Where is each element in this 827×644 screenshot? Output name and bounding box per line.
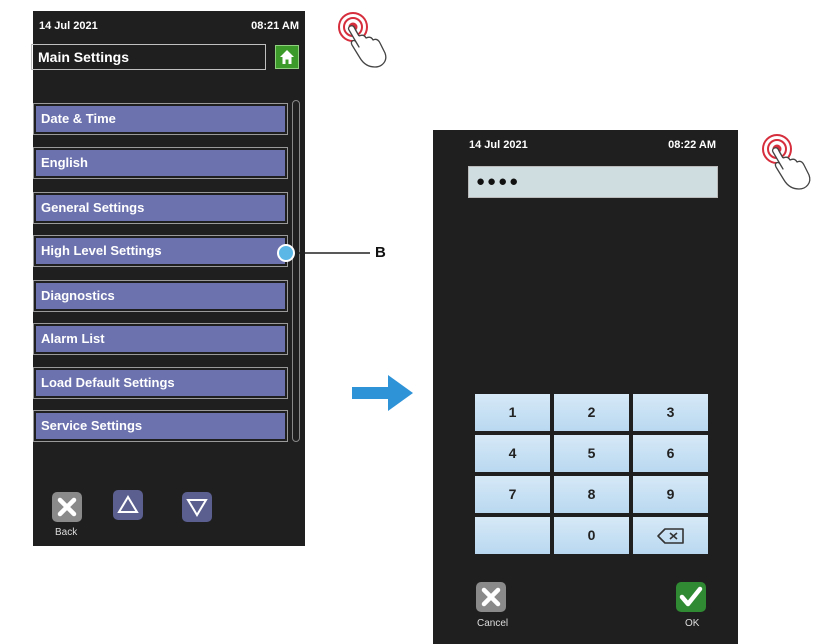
key-blank — [475, 517, 550, 554]
backspace-key[interactable] — [633, 517, 708, 554]
key-9[interactable]: 9 — [633, 476, 708, 513]
menu-item-load-default-settings[interactable]: Load Default Settings — [33, 367, 288, 399]
right-arrow-icon — [352, 375, 413, 411]
menu-item-date-time[interactable]: Date & Time — [33, 103, 288, 135]
key-8[interactable]: 8 — [554, 476, 629, 513]
password-field[interactable]: ●●●● — [468, 166, 718, 198]
date-label: 14 Jul 2021 — [469, 139, 528, 151]
scroll-down-button[interactable] — [182, 492, 212, 522]
menu-item-label: General Settings — [36, 195, 285, 221]
menu-item-alarm-list[interactable]: Alarm List — [33, 323, 288, 355]
menu-item-label: English — [36, 150, 285, 176]
menu-item-language[interactable]: English — [33, 147, 288, 179]
home-button[interactable] — [275, 45, 299, 69]
callout-line — [277, 244, 370, 262]
triangle-down-icon — [182, 492, 212, 522]
cancel-label: Cancel — [477, 618, 509, 629]
cancel-button[interactable] — [476, 582, 506, 612]
menu-item-service-settings[interactable]: Service Settings — [33, 410, 288, 442]
page-title: Main Settings — [31, 44, 266, 70]
time-label: 08:21 AM — [251, 20, 299, 32]
callout-label: B — [375, 244, 386, 261]
scroll-up-button[interactable] — [113, 490, 143, 520]
key-7[interactable]: 7 — [475, 476, 550, 513]
home-icon — [280, 50, 294, 64]
key-5[interactable]: 5 — [554, 435, 629, 472]
checkmark-icon — [676, 582, 706, 612]
ok-label: OK — [685, 618, 700, 629]
time-label: 08:22 AM — [668, 139, 716, 151]
key-6[interactable]: 6 — [633, 435, 708, 472]
touch-hand-icon — [338, 12, 387, 68]
back-button[interactable] — [52, 492, 82, 522]
back-label: Back — [55, 527, 78, 538]
menu-item-diagnostics[interactable]: Diagnostics — [33, 280, 288, 312]
menu-item-label: Load Default Settings — [36, 370, 285, 396]
key-4[interactable]: 4 — [475, 435, 550, 472]
menu-scrollbar[interactable] — [292, 100, 300, 442]
triangle-up-icon — [113, 490, 143, 520]
menu-item-high-level-settings[interactable]: High Level Settings — [33, 235, 288, 267]
key-1[interactable]: 1 — [475, 394, 550, 431]
backspace-icon — [656, 528, 684, 544]
key-3[interactable]: 3 — [633, 394, 708, 431]
menu-item-label: Date & Time — [36, 106, 285, 132]
close-x-icon — [52, 492, 82, 522]
menu-item-label: Diagnostics — [36, 283, 285, 309]
ok-button[interactable] — [676, 582, 706, 612]
menu-item-label: Service Settings — [36, 413, 285, 439]
key-0[interactable]: 0 — [554, 517, 629, 554]
menu-item-general-settings[interactable]: General Settings — [33, 192, 288, 224]
main-settings-screen: 14 Jul 2021 08:21 AM Main Settings Date … — [31, 11, 305, 546]
close-x-icon — [476, 582, 506, 612]
pin-entry-screen: 14 Jul 2021 08:22 AM ●●●● 1 2 3 4 5 6 7 … — [433, 130, 738, 644]
key-2[interactable]: 2 — [554, 394, 629, 431]
date-label: 14 Jul 2021 — [39, 20, 98, 32]
touch-hand-icon — [762, 134, 811, 190]
menu-item-label: High Level Settings — [36, 238, 285, 264]
menu-item-label: Alarm List — [36, 326, 285, 352]
